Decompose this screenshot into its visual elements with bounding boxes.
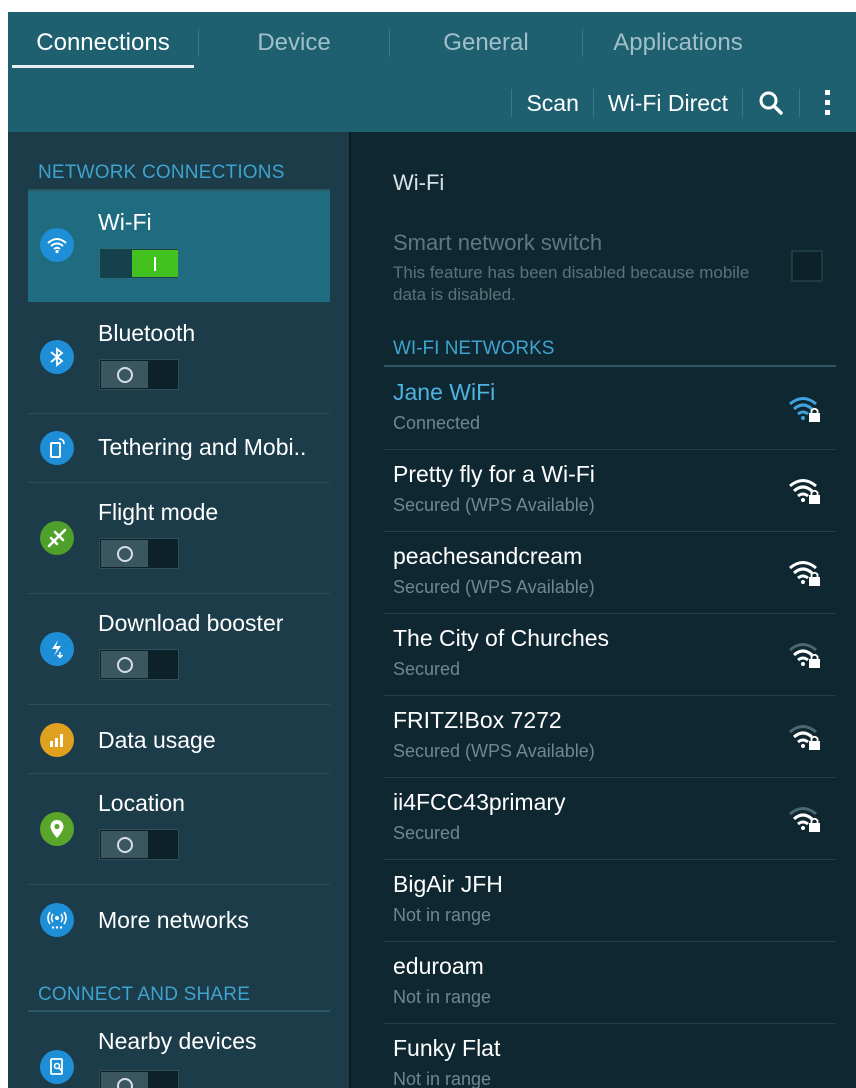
network-name: peachesandcream [393, 543, 583, 569]
network-name: ii4FCC43primary [393, 789, 566, 815]
location-toggle[interactable] [99, 829, 179, 860]
network-status: Secured (WPS Available) [393, 577, 595, 597]
settings-screen: Connections Device General Applications … [8, 12, 856, 1088]
bluetooth-icon [40, 340, 74, 374]
tab-bar: Connections Device General Applications [8, 12, 856, 74]
network-status: Secured [393, 823, 461, 843]
tab-general[interactable]: General [390, 12, 582, 74]
sidebar-item-tethering[interactable]: Tethering and Mobi.. [28, 414, 330, 482]
network-status: Secured (WPS Available) [393, 741, 595, 761]
wifi-toggle[interactable] [99, 248, 179, 279]
network-status: Connected [393, 413, 481, 433]
network-name: Jane WiFi [393, 379, 496, 405]
sidebar-item-flight-mode[interactable]: Flight mode [28, 483, 330, 593]
sidebar-item-bluetooth[interactable]: Bluetooth [28, 302, 330, 413]
flight-mode-toggle[interactable] [99, 538, 179, 569]
download-booster-toggle[interactable] [99, 649, 179, 680]
sidebar-item-label: Flight mode [98, 499, 219, 525]
sidebar-item-label: Nearby devices [98, 1028, 257, 1054]
section-network-connections: NETWORK CONNECTIONS [38, 162, 285, 183]
wifi-signal-lock-icon [789, 643, 820, 668]
network-status: Secured [393, 659, 461, 679]
network-name: Pretty fly for a Wi-Fi [393, 461, 595, 487]
network-status: Not in range [393, 905, 492, 925]
network-name: The City of Churches [393, 625, 610, 651]
sidebar-item-label: Data usage [98, 727, 216, 753]
wifi-network-row[interactable]: FRITZ!Box 7272 Secured (WPS Available) [384, 695, 836, 777]
download-booster-icon [40, 632, 74, 666]
sidebar-item-label: Wi-Fi [98, 209, 152, 235]
wifi-network-row[interactable]: Funky Flat Not in range [384, 1023, 836, 1088]
wifi-signal-lock-icon [789, 479, 820, 504]
wifi-network-row[interactable]: eduroam Not in range [384, 941, 836, 1023]
smart-network-switch-title: Smart network switch [393, 230, 603, 255]
tab-applications[interactable]: Applications [583, 12, 773, 74]
search-button[interactable] [743, 74, 799, 132]
wifi-network-row[interactable]: BigAir JFH Not in range [384, 859, 836, 941]
network-name: BigAir JFH [393, 871, 503, 897]
data-usage-icon [40, 723, 74, 757]
sidebar-item-label: Bluetooth [98, 320, 196, 346]
sidebar-item-label: More networks [98, 907, 249, 933]
network-name: FRITZ!Box 7272 [393, 707, 562, 733]
sidebar-item-nearby-devices[interactable]: Nearby devices [28, 1012, 330, 1088]
sidebar-item-data-usage[interactable]: Data usage [28, 705, 330, 773]
sidebar-item-label: Tethering and Mobi.. [98, 434, 307, 460]
wifi-icon [40, 228, 74, 262]
more-networks-icon [40, 903, 74, 937]
network-status: Not in range [393, 987, 492, 1007]
search-icon [759, 91, 783, 115]
location-pin-icon [40, 812, 74, 846]
sidebar-item-more-networks[interactable]: More networks [28, 885, 330, 953]
overflow-menu-button[interactable] [800, 74, 856, 132]
scan-button[interactable]: Scan [512, 74, 592, 132]
wifi-direct-button[interactable]: Wi-Fi Direct [594, 74, 742, 132]
smart-network-switch-checkbox[interactable] [791, 250, 823, 282]
sidebar-item-location[interactable]: Location [28, 774, 330, 884]
more-vert-icon [825, 90, 830, 115]
network-status: Not in range [393, 1069, 492, 1088]
wifi-signal-lock-icon [789, 397, 820, 422]
network-status: Secured (WPS Available) [393, 495, 595, 515]
airplane-icon [40, 521, 74, 555]
wifi-network-row[interactable]: The City of Churches Secured [384, 613, 836, 695]
settings-sidebar: NETWORK CONNECTIONS Wi-Fi Bluetooth Teth… [8, 132, 349, 1088]
network-name: Funky Flat [393, 1035, 501, 1061]
wifi-network-row[interactable]: peachesandcream Secured (WPS Available) [384, 531, 836, 613]
wifi-signal-lock-icon [789, 561, 820, 586]
sidebar-item-wifi[interactable]: Wi-Fi [28, 191, 330, 302]
smart-network-switch-description: This feature has been disabled because m… [393, 263, 750, 304]
sidebar-item-download-booster[interactable]: Download booster [28, 594, 330, 705]
sidebar-item-label: Location [98, 790, 185, 816]
tab-connections[interactable]: Connections [8, 12, 198, 74]
section-connect-and-share: CONNECT AND SHARE [38, 984, 251, 1005]
bluetooth-toggle[interactable] [99, 359, 179, 390]
wifi-network-row[interactable]: Jane WiFi Connected [384, 367, 836, 449]
sidebar-item-label: Download booster [98, 610, 284, 636]
nearby-devices-icon [40, 1050, 74, 1084]
wifi-networks-header: WI-FI NETWORKS [393, 338, 555, 359]
page-title: Wi-Fi [393, 170, 445, 195]
wifi-network-row[interactable]: Pretty fly for a Wi-Fi Secured (WPS Avail… [384, 449, 836, 531]
action-bar: Scan Wi-Fi Direct [8, 74, 856, 132]
wifi-signal-lock-icon [789, 725, 820, 750]
wifi-network-row[interactable]: ii4FCC43primary Secured [384, 777, 836, 859]
wifi-signal-lock-icon [789, 807, 820, 832]
nearby-devices-toggle[interactable] [99, 1070, 179, 1088]
wifi-detail-panel: Wi-Fi Smart network switch This feature … [351, 132, 856, 1088]
tethering-icon [40, 431, 74, 465]
tab-device[interactable]: Device [199, 12, 389, 74]
network-name: eduroam [393, 953, 484, 979]
